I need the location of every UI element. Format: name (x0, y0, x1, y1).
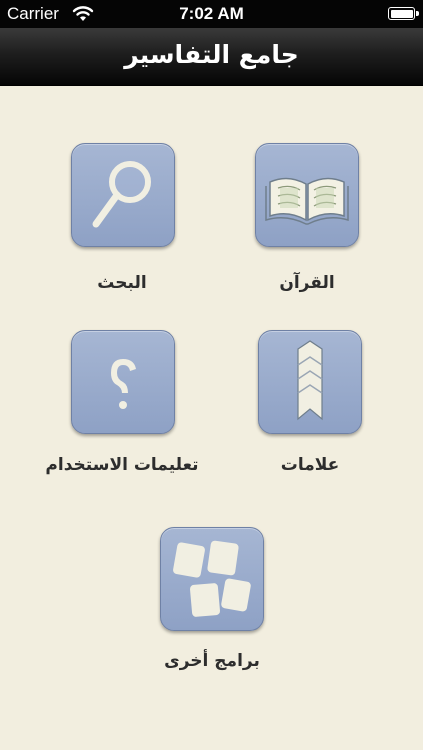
navigation-bar: جامع التفاسير (0, 28, 423, 86)
clock: 7:02 AM (179, 4, 244, 23)
bookmarks-button[interactable] (258, 330, 362, 434)
quran-button[interactable] (255, 143, 359, 247)
quran-label: القرآن (279, 273, 335, 293)
magnifier-icon (92, 161, 151, 228)
search-button[interactable] (71, 143, 175, 247)
help-button[interactable] (71, 330, 175, 434)
open-book-icon (265, 177, 349, 225)
other-apps-button[interactable] (160, 527, 264, 631)
question-mark-icon (111, 359, 136, 409)
bookmarks-label: علامات (280, 455, 340, 475)
search-label: البحث (97, 273, 147, 293)
status-bar: Carrier 7:02 AM (0, 0, 423, 28)
app-cards-icon (173, 540, 251, 617)
help-label: تعليمات الاستخدام (45, 455, 199, 475)
battery-icon (388, 7, 419, 20)
bookmark-ribbon-icon (297, 340, 323, 421)
other-apps-label: برامج أخرى (164, 651, 260, 671)
page-title: جامع التفاسير (124, 40, 299, 69)
